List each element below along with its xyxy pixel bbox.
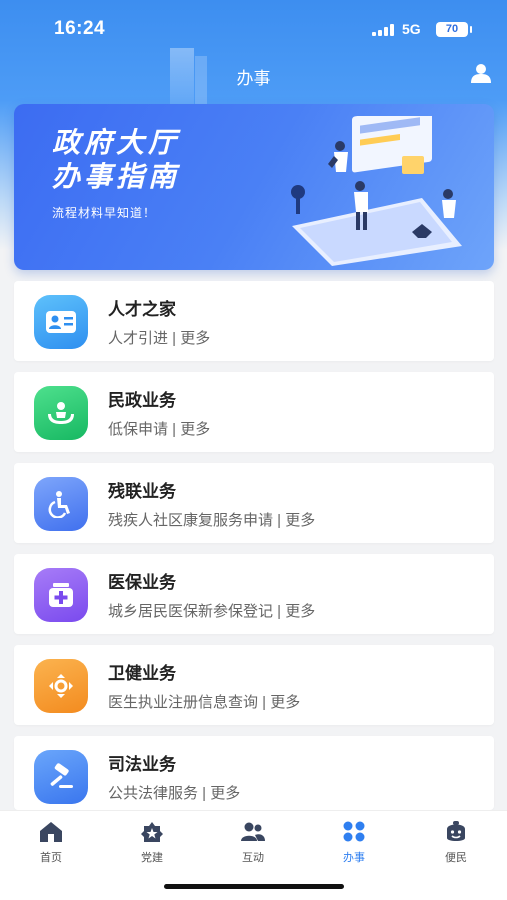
service-title: 司法业务 xyxy=(108,755,176,774)
signal-icon xyxy=(372,24,394,36)
banner-title: 政府大厅 办事指南 xyxy=(52,126,180,194)
medicine-box-icon xyxy=(34,568,88,622)
tab-home[interactable]: 首页 xyxy=(21,821,81,865)
list-item[interactable]: 司法业务 公共法律服务 | 更多 xyxy=(14,736,494,810)
service-subtitle: 低保申请 | 更多 xyxy=(108,421,211,438)
tab-label: 便民 xyxy=(445,852,467,864)
wheelchair-icon xyxy=(34,477,88,531)
list-item[interactable]: 医保业务 城乡居民医保新参保登记 | 更多 xyxy=(14,554,494,634)
tab-interact[interactable]: 互动 xyxy=(223,821,283,865)
tab-label: 办事 xyxy=(343,852,365,864)
people-icon xyxy=(241,822,265,841)
tab-label: 互动 xyxy=(242,852,264,864)
user-icon[interactable] xyxy=(470,62,492,84)
smile-icon xyxy=(447,821,465,841)
tab-party[interactable]: 党建 xyxy=(122,821,182,865)
status-time: 16:24 xyxy=(54,18,106,39)
id-card-icon xyxy=(34,295,88,349)
service-subtitle: 城乡居民医保新参保登记 | 更多 xyxy=(108,603,316,620)
list-item[interactable]: 卫健业务 医生执业注册信息查询 | 更多 xyxy=(14,645,494,725)
guide-banner[interactable]: 政府大厅 办事指南 流程材料早知道！ xyxy=(14,104,494,270)
battery-icon: 70 xyxy=(436,22,472,37)
health-icon xyxy=(34,659,88,713)
banner-title-line1: 政府大厅 xyxy=(52,127,181,158)
care-hands-icon xyxy=(34,386,88,440)
list-item[interactable]: 民政业务 低保申请 | 更多 xyxy=(14,372,494,452)
network-type: 5G xyxy=(402,21,421,37)
service-title: 医保业务 xyxy=(108,573,176,592)
gavel-icon xyxy=(34,750,88,804)
service-title: 卫健业务 xyxy=(108,664,176,683)
page-title: 办事 xyxy=(236,69,271,88)
tab-label: 首页 xyxy=(40,852,62,864)
service-title: 民政业务 xyxy=(108,391,176,410)
grid-icon xyxy=(343,821,365,842)
list-item[interactable]: 人才之家 人才引进 | 更多 xyxy=(14,281,494,361)
service-subtitle: 医生执业注册信息查询 | 更多 xyxy=(108,694,301,711)
home-indicator xyxy=(164,884,344,889)
office-illustration xyxy=(291,116,462,266)
banner-subtitle: 流程材料早知道！ xyxy=(52,206,157,220)
banner-title-line2: 办事指南 xyxy=(52,161,181,192)
service-title: 残联业务 xyxy=(108,482,176,501)
party-icon xyxy=(141,822,163,842)
list-item[interactable]: 残联业务 残疾人社区康复服务申请 | 更多 xyxy=(14,463,494,543)
status-bar: 16:24 5G 70 xyxy=(0,0,507,48)
tab-convenience[interactable]: 便民 xyxy=(426,821,486,865)
service-title: 人才之家 xyxy=(108,300,176,319)
service-subtitle: 人才引进 | 更多 xyxy=(108,330,211,347)
home-icon xyxy=(40,822,62,842)
service-subtitle: 残疾人社区康复服务申请 | 更多 xyxy=(108,512,316,529)
tab-services[interactable]: 办事 xyxy=(324,821,384,865)
tab-label: 党建 xyxy=(141,852,163,864)
service-subtitle: 公共法律服务 | 更多 xyxy=(108,785,241,802)
